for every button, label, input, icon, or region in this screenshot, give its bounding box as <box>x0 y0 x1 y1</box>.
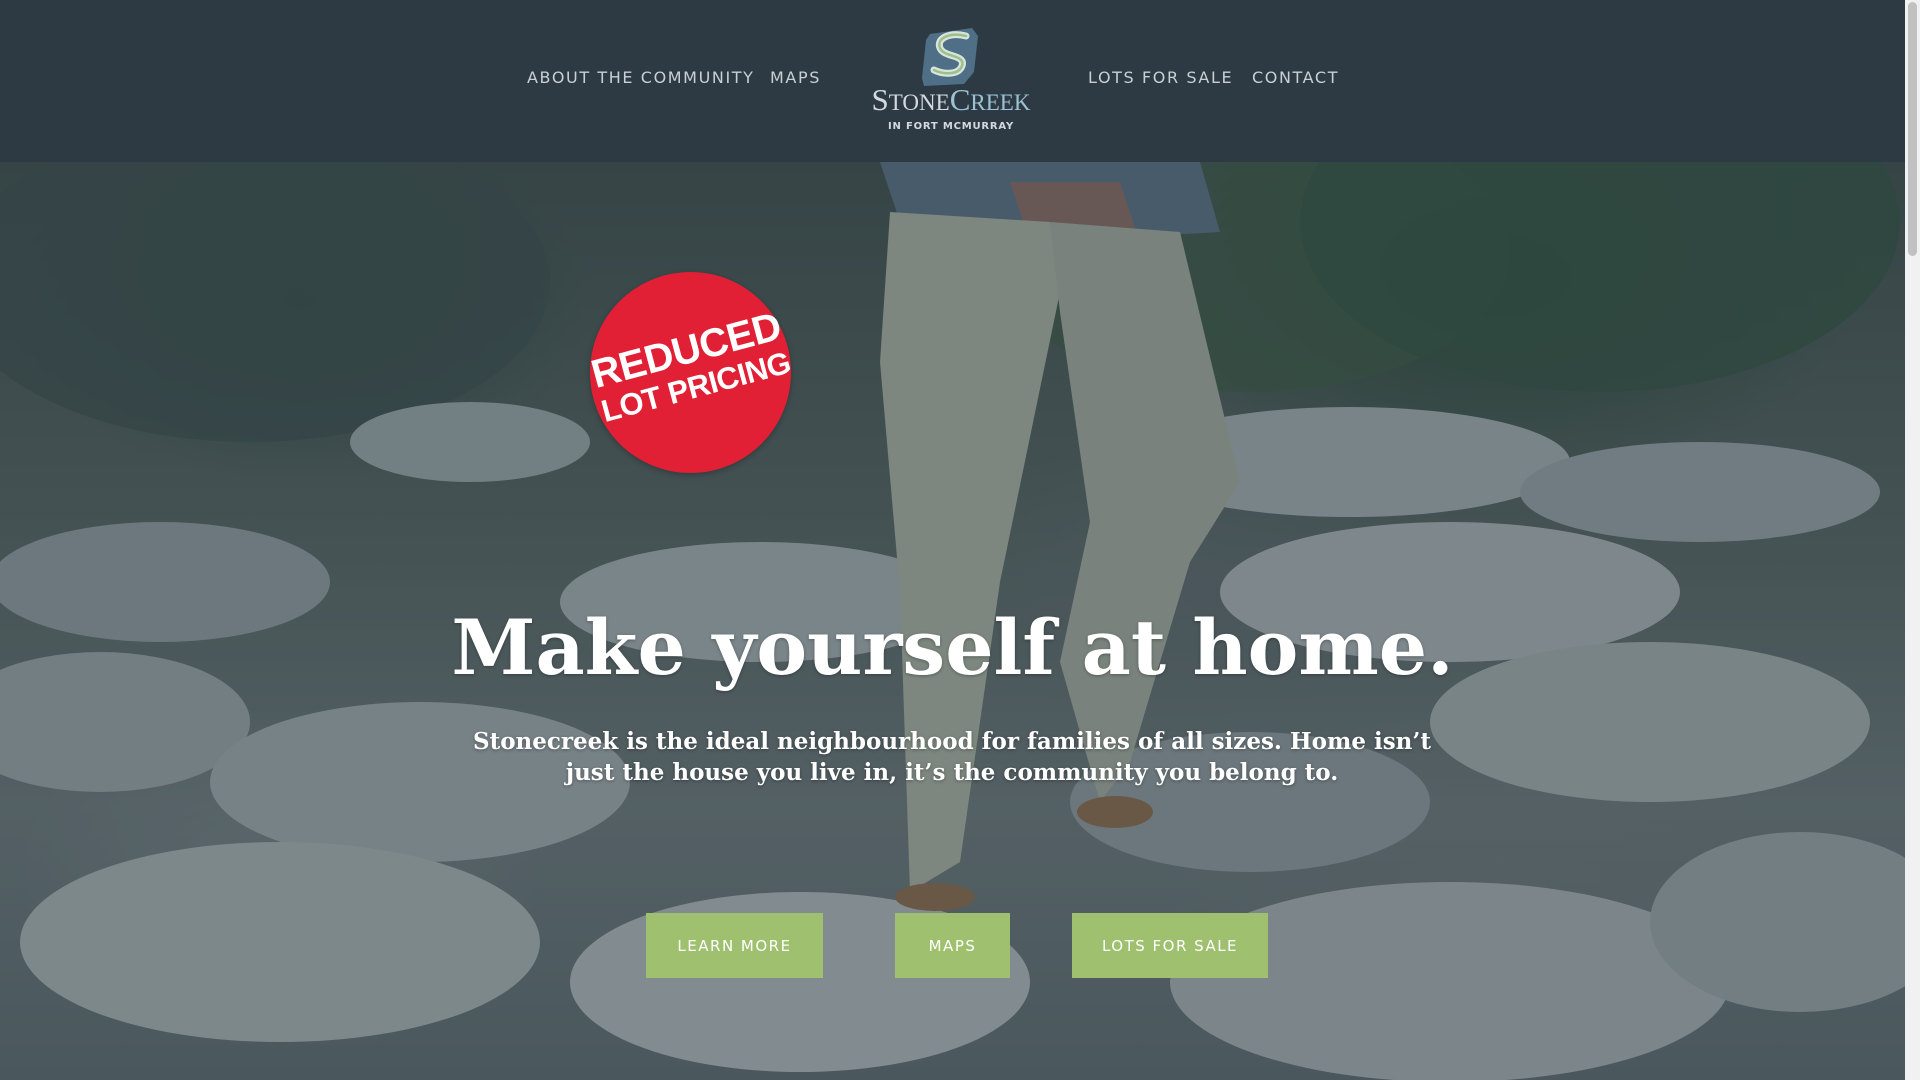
stonecreek-logo[interactable]: STONECREEK IN FORT MCMURRAY <box>862 26 1040 136</box>
logo-word-stone-initial: S <box>871 82 889 117</box>
page: ABOUT THE COMMUNITY MAPS STONECREEK IN F… <box>0 0 1920 1080</box>
logo-word-stone-rest: TONE <box>888 90 950 115</box>
logo-word-creek-initial: C <box>949 82 971 117</box>
nav-lots-for-sale[interactable]: LOTS FOR SALE <box>1088 68 1233 87</box>
page-scrollbar[interactable] <box>1905 0 1920 1080</box>
learn-more-button[interactable]: LEARN MORE <box>646 913 823 978</box>
logo-subtitle: IN FORT MCMURRAY <box>887 121 1015 132</box>
hero-section: REDUCED LOT PRICING Make yourself at hom… <box>0 162 1905 1080</box>
hero-headline: Make yourself at home. <box>451 603 1454 692</box>
badge-text: REDUCED LOT PRICING <box>584 304 797 429</box>
stonecreek-s-mark-icon <box>922 28 978 86</box>
reduced-lot-pricing-badge[interactable]: REDUCED LOT PRICING <box>587 272 794 473</box>
logo-wordmark: STONECREEK <box>862 84 1040 115</box>
scrollbar-thumb[interactable] <box>1908 2 1917 256</box>
site-header: ABOUT THE COMMUNITY MAPS STONECREEK IN F… <box>0 0 1905 162</box>
nav-about-the-community[interactable]: ABOUT THE COMMUNITY <box>527 68 755 87</box>
lots-for-sale-button[interactable]: LOTS FOR SALE <box>1072 913 1268 978</box>
maps-button[interactable]: MAPS <box>895 913 1010 978</box>
nav-maps[interactable]: MAPS <box>770 68 821 87</box>
hero-subtext: Stonecreek is the ideal neighbourhood fo… <box>472 728 1432 786</box>
logo-word-creek-rest: REEK <box>970 90 1031 115</box>
nav-contact[interactable]: CONTACT <box>1252 68 1339 87</box>
